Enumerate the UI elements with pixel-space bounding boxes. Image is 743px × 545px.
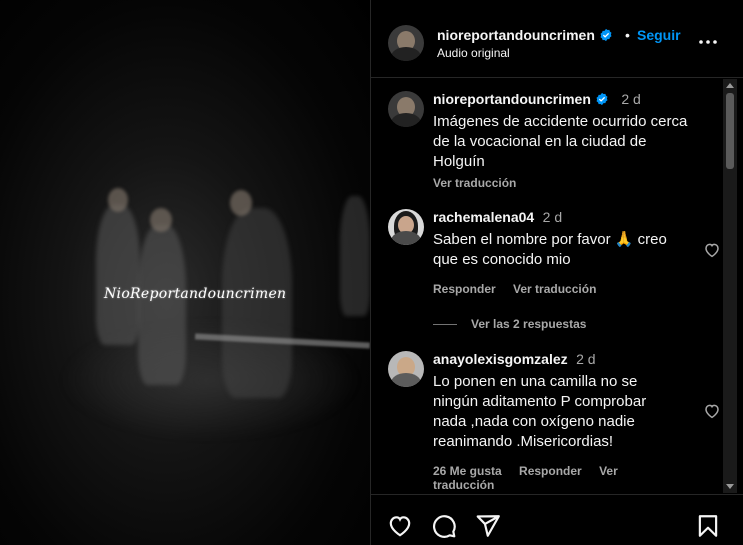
comments-scrollbar[interactable]: [723, 79, 737, 493]
header-separator: •: [625, 27, 630, 43]
comment-time[interactable]: 2 d: [576, 351, 595, 367]
video-person-head: [230, 190, 252, 216]
reply-button[interactable]: Responder: [519, 464, 582, 478]
video-person-figure: [96, 205, 140, 345]
view-replies-label[interactable]: Ver las 2 respuestas: [471, 317, 586, 331]
scroll-up-arrow-icon[interactable]: [726, 83, 734, 88]
comment-time[interactable]: 2 d: [543, 209, 562, 225]
comment-text: Lo ponen en una camilla no se ningún adi…: [433, 373, 647, 450]
comment-text: Saben el nombre por favor 🙏 creo que es …: [433, 231, 667, 268]
comments-list[interactable]: nioreportandouncrimen 2 d Imágenes de ac…: [371, 79, 743, 493]
post-header: nioreportandouncrimen • Seguir Audio ori…: [371, 0, 743, 78]
verified-badge-icon: [600, 28, 612, 42]
caption-text: Imágenes de accidente ocurrido cerca de …: [433, 113, 688, 170]
caption-time[interactable]: 2 d: [621, 91, 640, 107]
video-person-figure: [138, 225, 186, 385]
video-person-figure: [222, 208, 292, 398]
follow-button[interactable]: Seguir: [637, 27, 681, 43]
comment-username[interactable]: rachemalena04: [433, 209, 534, 225]
video-watermark: NioReportandouncrimen: [104, 286, 287, 302]
header-username[interactable]: nioreportandouncrimen: [437, 27, 613, 43]
avatar[interactable]: [388, 351, 424, 387]
audio-label[interactable]: Audio original: [437, 46, 510, 60]
post-side-panel: nioreportandouncrimen • Seguir Audio ori…: [371, 0, 743, 545]
avatar[interactable]: [388, 91, 424, 127]
scroll-down-arrow-icon[interactable]: [726, 484, 734, 489]
comment-username[interactable]: anayolexisgomzalez: [433, 351, 568, 367]
reply-button[interactable]: Responder: [433, 282, 496, 296]
video-person-head: [108, 188, 128, 212]
post-action-bar: [371, 494, 743, 545]
see-translation-button[interactable]: Ver traducción: [513, 282, 596, 296]
avatar[interactable]: [388, 209, 424, 245]
more-options-icon[interactable]: [696, 30, 720, 54]
comment-likes-count[interactable]: 26 Me gusta: [433, 464, 502, 478]
avatar[interactable]: [388, 25, 424, 61]
heart-icon[interactable]: [387, 513, 413, 539]
comment-icon[interactable]: [431, 513, 457, 539]
header-username-text[interactable]: nioreportandouncrimen: [437, 27, 595, 43]
scrollbar-thumb[interactable]: [726, 93, 734, 169]
video-person-head: [150, 208, 172, 232]
verified-badge-icon: [596, 92, 608, 106]
like-comment-heart-icon[interactable]: [703, 402, 721, 420]
view-replies-button[interactable]: Ver las 2 respuestas: [433, 317, 586, 331]
bookmark-icon[interactable]: [695, 513, 721, 539]
caption-username[interactable]: nioreportandouncrimen: [433, 91, 591, 107]
share-icon[interactable]: [475, 513, 501, 539]
video-person-figure: [340, 196, 370, 316]
video-player[interactable]: NioReportandouncrimen: [0, 0, 370, 545]
replies-divider-line: [433, 324, 457, 326]
see-translation-button[interactable]: Ver traducción: [433, 176, 693, 190]
like-comment-heart-icon[interactable]: [703, 241, 721, 259]
